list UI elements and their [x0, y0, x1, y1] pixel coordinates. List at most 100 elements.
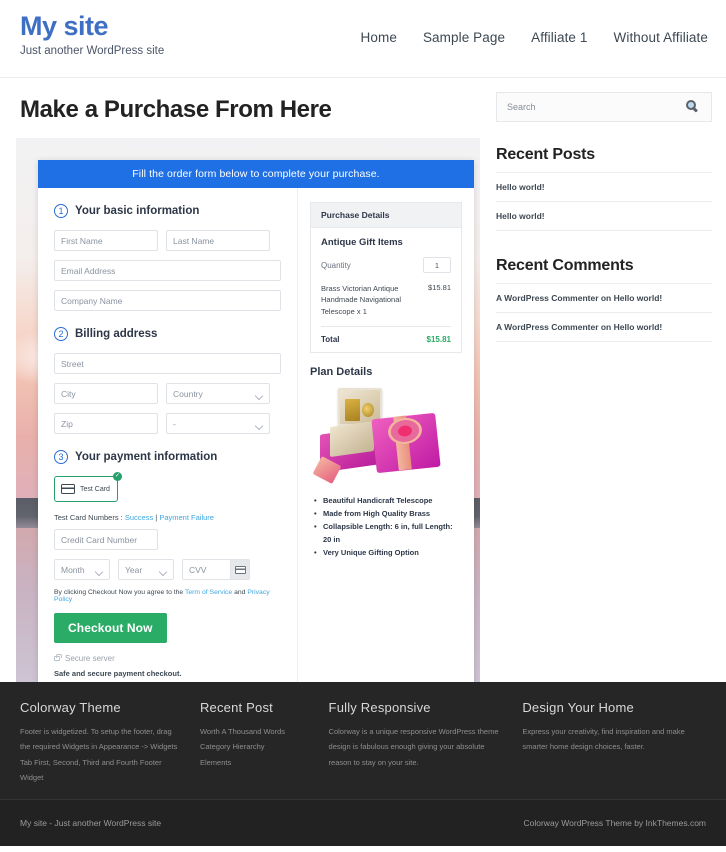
checkout-body: 1 Your basic information First Name Last…	[38, 188, 474, 682]
gift-box-product-image	[310, 386, 462, 486]
country-select[interactable]: Country	[166, 383, 270, 404]
footer-credit-right[interactable]: Colorway WordPress Theme by InkThemes.co…	[524, 818, 707, 828]
expiry-cvv-row: Month Year CVV	[54, 559, 281, 580]
checkout-banner: Fill the order form below to complete yo…	[38, 160, 474, 188]
step-3-label: Your payment information	[75, 451, 218, 463]
recent-comments-list: A WordPress Commenter on Hello world! A …	[496, 283, 712, 342]
nav-item-affiliate-1[interactable]: Affiliate 1	[531, 30, 587, 45]
recent-posts-list: Hello world! Hello world!	[496, 172, 712, 231]
test-numbers-prefix: Test Card Numbers :	[54, 513, 125, 522]
checkout-details-column: Purchase Details Antique Gift Items Quan…	[298, 188, 474, 682]
list-item: Made from High Quality Brass	[314, 507, 462, 520]
footer-widget-area: Colorway Theme Footer is widgetized. To …	[0, 682, 726, 799]
terms-middle: and	[232, 589, 248, 596]
expiry-month-select[interactable]: Month	[54, 559, 110, 580]
recent-posts-title: Recent Posts	[496, 146, 595, 163]
purchase-details-body: Antique Gift Items Quantity 1 Brass Vict…	[311, 228, 461, 352]
footer-column-colorway-theme: Colorway Theme Footer is widgetized. To …	[20, 700, 182, 782]
secure-server-label: Secure server	[65, 654, 115, 663]
footer-title: Recent Post	[199, 700, 273, 715]
list-item[interactable]: Hello world!	[496, 172, 712, 201]
page-title: Make a Purchase From Here	[20, 96, 332, 123]
city-input[interactable]: City	[54, 383, 158, 404]
nav-item-home[interactable]: Home	[361, 30, 397, 45]
zip-state-row: Zip -	[54, 413, 281, 434]
quantity-label: Quantity	[321, 260, 351, 270]
site-header: My site Just another WordPress site Home…	[0, 0, 726, 78]
line-item-row: Brass Victorian Antique Handmade Navigat…	[321, 283, 451, 327]
test-card-numbers-line: Test Card Numbers : Success | Payment Fa…	[54, 513, 281, 522]
email-input[interactable]: Email Address	[54, 260, 281, 281]
footer-title: Colorway Theme	[20, 700, 121, 715]
nav-item-without-affiliate[interactable]: Without Affiliate	[614, 30, 709, 45]
step-3-heading: 3 Your payment information	[54, 450, 281, 464]
last-name-input[interactable]: Last Name	[166, 230, 270, 251]
checkout-now-button[interactable]: Checkout Now	[54, 613, 167, 643]
plan-feature-list: Beautiful Handicraft Telescope Made from…	[310, 494, 462, 560]
test-numbers-failure-link[interactable]: Payment Failure	[159, 513, 214, 522]
footer-copyright-left: My site - Just another WordPress site	[20, 818, 162, 828]
step-1-label: Your basic information	[75, 205, 200, 217]
footer-bottom-bar: My site - Just another WordPress site Co…	[0, 799, 726, 846]
footer-recent-post-list: Worth A Thousand Words Category Hierarch…	[200, 724, 311, 770]
terms-prefix: By clicking Checkout Now you agree to th…	[54, 589, 185, 596]
credit-card-icon	[61, 484, 75, 494]
card-number-row: Credit Card Number	[54, 529, 281, 550]
test-numbers-success-link[interactable]: Success	[125, 513, 153, 522]
list-item[interactable]: Elements	[200, 755, 311, 770]
footer-text: Express your creativity, find inspiratio…	[522, 727, 685, 752]
checkout-background-photo: Fill the order form below to complete yo…	[16, 138, 480, 682]
footer-text: Footer is widgetized. To setup the foote…	[20, 727, 178, 783]
purchase-details-title: Purchase Details	[311, 203, 461, 228]
footer-text: Colorway is a unique responsive WordPres…	[328, 727, 499, 767]
page-wrapper: Make a Purchase From Here Fill the order…	[0, 78, 726, 682]
company-field-row: Company Name	[54, 290, 281, 311]
search-icon[interactable]	[686, 99, 701, 115]
cvv-card-icon	[230, 560, 249, 579]
list-item: Collapsible Length: 6 in, full Length: 2…	[314, 520, 462, 546]
terms-agreement-line: By clicking Checkout Now you agree to th…	[54, 589, 281, 603]
total-row: Total $15.81	[321, 327, 451, 344]
secure-server-row: Secure server	[54, 654, 281, 663]
main-navigation: Home Sample Page Affiliate 1 Without Aff…	[361, 30, 708, 45]
list-item[interactable]: A WordPress Commenter on Hello world!	[496, 312, 712, 342]
list-item[interactable]: Category Hierarchy	[200, 739, 311, 754]
name-field-row: First Name Last Name	[54, 230, 281, 251]
total-label: Total	[321, 334, 340, 344]
list-item[interactable]: Hello world!	[496, 201, 712, 231]
step-1-heading: 1 Your basic information	[54, 204, 281, 218]
lock-icon	[54, 654, 62, 661]
test-card-option[interactable]: Test Card ✓	[54, 472, 122, 502]
quantity-input[interactable]: 1	[423, 257, 451, 273]
product-group-title: Antique Gift Items	[321, 237, 403, 248]
step-2-heading: 2 Billing address	[54, 327, 281, 341]
nav-item-sample-page[interactable]: Sample Page	[423, 30, 505, 45]
line-item-name: Brass Victorian Antique Handmade Navigat…	[321, 284, 402, 316]
expiry-year-select[interactable]: Year	[118, 559, 174, 580]
street-input[interactable]: Street	[54, 353, 281, 374]
gift-box-contents	[330, 420, 374, 457]
check-circle-icon: ✓	[113, 472, 122, 481]
first-name-input[interactable]: First Name	[54, 230, 158, 251]
company-name-input[interactable]: Company Name	[54, 290, 281, 311]
search-box[interactable]: Search	[496, 92, 712, 122]
step-2-number: 2	[54, 327, 68, 341]
footer-column-fully-responsive: Fully Responsive Colorway is a unique re…	[329, 700, 505, 779]
main-content: Make a Purchase From Here Fill the order…	[16, 78, 482, 682]
test-card-label: Test Card	[80, 485, 110, 493]
sidebar: Search Recent Posts Hello world! Hello w…	[496, 78, 712, 682]
checkout-card: Fill the order form below to complete yo…	[38, 160, 474, 682]
total-value: $15.81	[426, 334, 451, 344]
credit-card-number-input[interactable]: Credit Card Number	[54, 529, 158, 550]
city-country-row: City Country	[54, 383, 281, 404]
plan-details-title: Plan Details	[310, 365, 373, 378]
street-field-row: Street	[54, 353, 281, 374]
search-input[interactable]: Search	[507, 102, 536, 112]
cvv-wrapper: CVV	[182, 559, 250, 580]
zip-input[interactable]: Zip	[54, 413, 158, 434]
list-item[interactable]: Worth A Thousand Words	[200, 724, 311, 739]
list-item[interactable]: A WordPress Commenter on Hello world!	[496, 283, 712, 312]
state-select[interactable]: -	[166, 413, 270, 434]
step-1-number: 1	[54, 204, 68, 218]
terms-of-service-link[interactable]: Term of Service	[185, 589, 232, 596]
